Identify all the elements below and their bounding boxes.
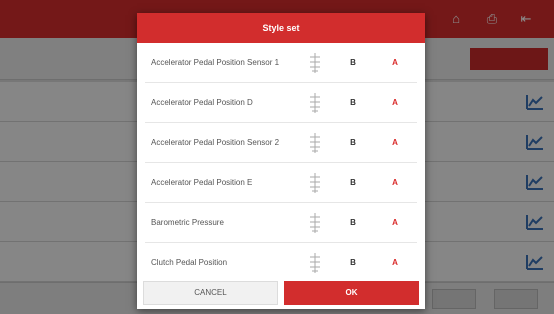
ok-button[interactable]: OK [284,281,419,305]
style-row: Accelerator Pedal Position Sensor 1 B A [137,43,425,83]
style-row: Accelerator Pedal Position Sensor 2 B A [137,123,425,163]
item-name: Accelerator Pedal Position D [151,98,253,107]
dialog-title: Style set [262,23,300,33]
style-icon[interactable] [307,133,323,153]
style-icon[interactable] [307,213,323,233]
style-icon[interactable] [307,253,323,273]
option-b[interactable]: B [347,97,359,109]
style-icon[interactable] [307,93,323,113]
item-name: Accelerator Pedal Position E [151,178,253,187]
option-b[interactable]: B [347,217,359,229]
option-a-selected[interactable]: A [389,97,401,109]
style-row: Barometric Pressure B A [137,203,425,243]
option-b[interactable]: B [347,177,359,189]
item-name: Accelerator Pedal Position Sensor 1 [151,58,280,67]
style-row: Accelerator Pedal Position D B A [137,83,425,123]
item-name: Clutch Pedal Position [151,258,228,267]
option-b[interactable]: B [347,57,359,69]
option-a-selected[interactable]: A [389,257,401,269]
style-set-dialog: Style set Accelerator Pedal Position Sen… [137,13,425,309]
style-icon[interactable] [307,53,323,73]
style-icon[interactable] [307,173,323,193]
dialog-actions: CANCEL OK [137,277,425,309]
option-b[interactable]: B [347,257,359,269]
item-name: Accelerator Pedal Position Sensor 2 [151,138,280,147]
cancel-button[interactable]: CANCEL [143,281,278,305]
screen: ⌂ ⎙ ⇤ Style set Accelerator Pedal Positi… [0,0,554,314]
style-list[interactable]: Accelerator Pedal Position Sensor 1 B A … [137,43,425,277]
option-a-selected[interactable]: A [389,217,401,229]
dialog-header: Style set [137,13,425,43]
option-a-selected[interactable]: A [389,177,401,189]
item-name: Barometric Pressure [151,218,224,227]
style-row: Accelerator Pedal Position E B A [137,163,425,203]
style-row: Clutch Pedal Position B A [137,243,425,277]
option-a-selected[interactable]: A [389,137,401,149]
option-a-selected[interactable]: A [389,57,401,69]
option-b[interactable]: B [347,137,359,149]
